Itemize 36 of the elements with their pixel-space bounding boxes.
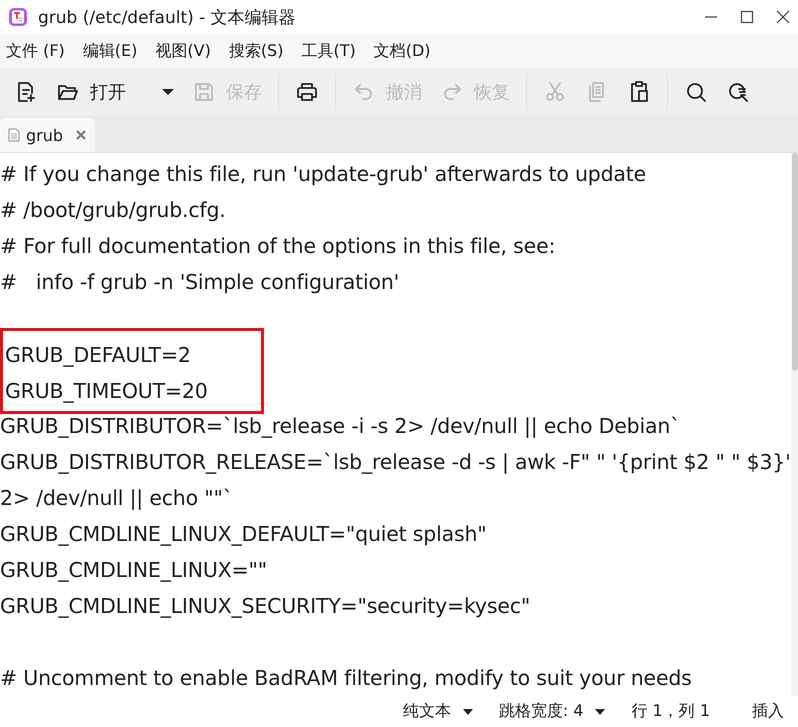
code-line: # Uncomment to enable BadRAM filtering, modify to suit your needs — [0, 665, 693, 692]
insert-mode[interactable]: 插入 — [746, 701, 790, 722]
close-icon[interactable] — [75, 129, 88, 141]
cursor-position: 行 1，列 1 — [630, 701, 711, 722]
menu-item[interactable]: 编辑(E) — [76, 36, 144, 66]
scrollbar[interactable] — [790, 153, 798, 696]
file-tab[interactable]: grub — [0, 118, 96, 152]
code-line: GRUB_DISTRIBUTOR_RELEASE=`lsb_release -d -s | awk -F" " '{print $2 " " $3}' — [0, 449, 791, 476]
maximize-icon[interactable] — [740, 10, 754, 24]
document-icon — [8, 128, 20, 142]
caret-icon — [162, 88, 174, 94]
code-line: GRUB_DISTRIBUTOR=`lsb_release -i -s 2> /dev/null || echo Debian` — [0, 413, 682, 440]
code-line: GRUB_CMDLINE_LINUX_DEFAULT="quiet splash" — [0, 521, 488, 548]
code-line: 2> /dev/null || echo ""` — [0, 485, 234, 512]
folder-button[interactable]: 打开 — [48, 72, 134, 110]
scissors-icon — [543, 80, 567, 104]
tab-width-dropdown[interactable]: 跳格宽度: 4 — [492, 701, 606, 722]
code-line: # If you change this file, run 'update-grub' afterwards to update — [0, 161, 648, 188]
window-title: grub (/etc/default) - 文本编辑器 — [38, 6, 297, 28]
syntax-dropdown[interactable]: 纯文本 — [396, 701, 473, 722]
close-icon[interactable] — [776, 10, 790, 24]
caret-icon — [462, 708, 473, 714]
code-line: # info -f grub -n 'Simple configuration' — [0, 269, 400, 296]
code-line: GRUB_CMDLINE_LINUX="" — [0, 557, 268, 584]
code-line: GRUB_CMDLINE_LINUX_SECURITY="security=kysec" — [0, 593, 532, 620]
code-line: # For full documentation of the options in this file, see: — [0, 233, 556, 260]
menu-item[interactable]: 工具(T) — [295, 36, 362, 66]
menu-item[interactable]: 视图(V) — [149, 36, 217, 66]
menu-item[interactable]: 文件 (F) — [0, 36, 71, 66]
app-icon — [8, 7, 28, 27]
code-line: GRUB_DEFAULT=2 — [5, 342, 192, 369]
menu-item[interactable]: 搜索(S) — [222, 36, 290, 66]
code-line: # /boot/grub/grub.cfg. — [0, 197, 227, 224]
caret-icon — [595, 708, 606, 714]
code-line: GRUB_TIMEOUT=20 — [5, 378, 209, 405]
menu-item[interactable]: 文档(D) — [368, 36, 437, 66]
